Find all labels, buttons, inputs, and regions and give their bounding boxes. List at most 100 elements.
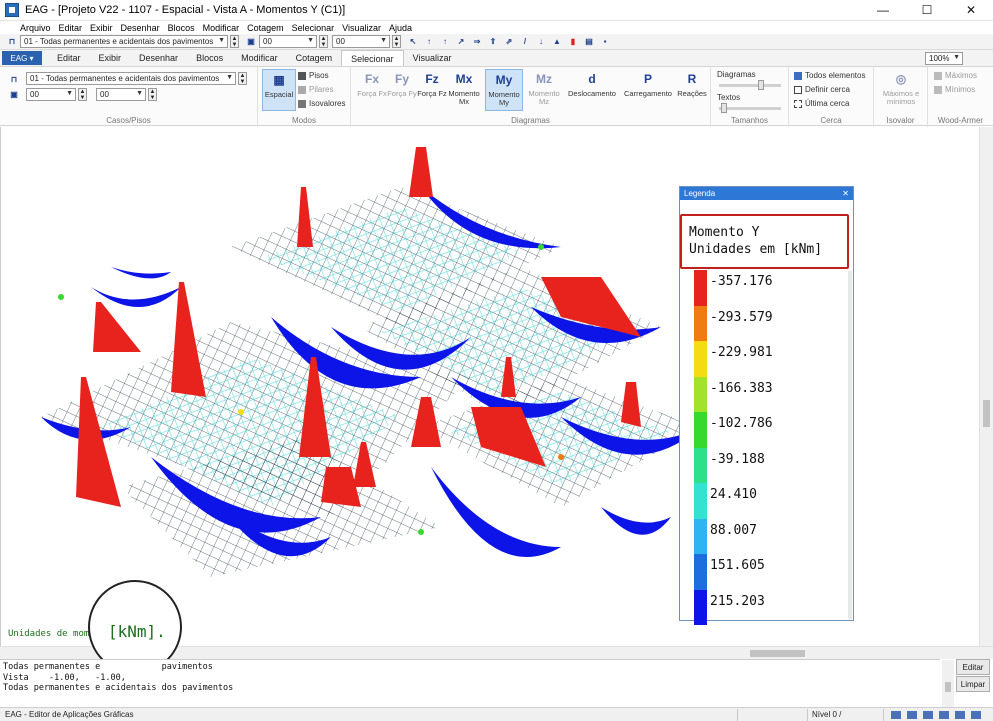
group-title-tamanhos: Tamanhos <box>731 116 768 125</box>
output-scroll-thumb[interactable] <box>945 682 951 692</box>
textos-size-slider[interactable] <box>719 107 781 110</box>
maximize-button[interactable]: ☐ <box>905 0 949 21</box>
textos-slider-thumb[interactable] <box>721 103 727 113</box>
save-view-icon[interactable]: ▣ <box>245 36 257 48</box>
momento-mx-button[interactable]: Mx Momento Mx <box>447 69 481 111</box>
tab-cotagem[interactable]: Cotagem <box>287 50 342 66</box>
definir-cerca-button[interactable]: Definir cerca <box>794 85 850 94</box>
diagramas-slider-thumb[interactable] <box>758 80 764 90</box>
ortho-icon[interactable] <box>891 710 901 719</box>
ribbon-case-spinner[interactable]: ▲ ▼ <box>238 72 247 85</box>
legend-scrollbar[interactable] <box>848 271 852 619</box>
forca-fy-button[interactable]: Fy Força Fy <box>385 69 419 111</box>
carregamento-button[interactable]: P Carregamento <box>621 69 675 111</box>
zoom-select[interactable]: 100% ▼ <box>925 52 963 65</box>
output-pane[interactable]: Todas permanentes e pavimentos Vista -1.0… <box>0 659 940 707</box>
diagramas-size-slider[interactable] <box>719 84 781 87</box>
floor-a-select[interactable]: 00 ▼ <box>259 35 317 48</box>
displacement-icon[interactable]: / <box>519 36 531 48</box>
pointer-icon[interactable]: ↖ <box>407 36 419 48</box>
deslocamento-button[interactable]: d Deslocamento <box>565 69 619 111</box>
floor-b-spinner[interactable]: ▲ ▼ <box>392 35 401 48</box>
legend-value: -229.981 <box>710 345 773 360</box>
mx-icon[interactable]: ⇒ <box>471 36 483 48</box>
snap-icon[interactable] <box>907 710 917 719</box>
layer-icon[interactable] <box>955 710 965 719</box>
menu-blocos[interactable]: Blocos <box>164 23 199 33</box>
legend-swatch <box>694 589 707 625</box>
color-bar-icon[interactable]: ▮ <box>567 36 579 48</box>
momento-mz-button[interactable]: Mz Momento Mz <box>527 69 561 111</box>
reactions-icon[interactable]: ▲ <box>551 36 563 48</box>
file-menu-button[interactable]: EAG ▾ <box>2 51 42 65</box>
limpar-button[interactable]: Limpar <box>956 676 990 692</box>
menu-ajuda[interactable]: Ajuda <box>385 23 416 33</box>
espacial-icon: ▦ <box>273 73 285 87</box>
wood-maximos-button[interactable]: Máximos <box>934 71 977 80</box>
image-icon[interactable]: ▤ <box>583 36 595 48</box>
espacial-button[interactable]: ▦ Espacial <box>262 69 296 111</box>
grid-icon[interactable] <box>923 710 933 719</box>
vertical-scroll-thumb[interactable] <box>983 400 990 427</box>
fx-icon[interactable]: ↑ <box>423 36 435 48</box>
ribbon-floor-a-select[interactable]: 00 ▼ <box>26 88 76 101</box>
output-scrollbar[interactable] <box>942 660 954 707</box>
legend-title-box: Momento Y Unidades em [kNm] <box>680 214 849 269</box>
menu-modificar[interactable]: Modificar <box>199 23 244 33</box>
polar-icon[interactable] <box>939 710 949 719</box>
pilares-button[interactable]: Pilares <box>298 85 333 94</box>
tab-selecionar[interactable]: Selecionar <box>341 50 404 66</box>
floor-a-spinner[interactable]: ▲ ▼ <box>319 35 328 48</box>
wood-minimos-button[interactable]: Mínimos <box>934 85 975 94</box>
forca-fz-button[interactable]: Fz Força Fz <box>415 69 449 111</box>
isovalores-button[interactable]: Isovalores <box>298 99 345 108</box>
menu-editar[interactable]: Editar <box>55 23 87 33</box>
load-icon[interactable]: ↓ <box>535 36 547 48</box>
editar-button[interactable]: Editar <box>956 659 990 675</box>
tab-visualizar[interactable]: Visualizar <box>404 50 461 66</box>
ribbon-case-select[interactable]: 01 - Todas permanentes e acidentais dos … <box>26 72 236 85</box>
pisos-label: Pisos <box>309 71 329 80</box>
floor-b-select[interactable]: 00 ▼ <box>332 35 390 48</box>
tab-exibir[interactable]: Exibir <box>90 50 131 66</box>
drawing-canvas[interactable]: Legenda ✕ Momento Y Unidades em [kNm] -3… <box>0 127 979 646</box>
save-view-icon[interactable]: ▣ <box>8 88 20 100</box>
fz-icon[interactable]: ↗ <box>455 36 467 48</box>
reacoes-button[interactable]: R Reações <box>675 69 709 111</box>
ribbon-floor-b-select[interactable]: 00 ▼ <box>96 88 146 101</box>
todos-elementos-button[interactable]: Todos elementos <box>794 71 865 80</box>
menu-desenhar[interactable]: Desenhar <box>117 23 164 33</box>
ribbon-floor-b-spinner[interactable]: ▲ ▼ <box>148 88 157 101</box>
settings-icon[interactable] <box>971 710 981 719</box>
momento-my-button[interactable]: My Momento My <box>485 69 523 111</box>
legend-value: 88.007 <box>710 522 757 538</box>
my-icon[interactable]: ⇑ <box>487 36 499 48</box>
legend-window[interactable]: Legenda ✕ Momento Y Unidades em [kNm] -3… <box>679 186 854 625</box>
close-button[interactable]: ✕ <box>949 0 993 21</box>
vertical-scrollbar[interactable] <box>979 127 993 646</box>
save-icon[interactable]: ▪ <box>599 36 611 48</box>
case-spinner[interactable]: ▲ ▼ <box>230 35 239 48</box>
tab-modificar[interactable]: Modificar <box>232 50 287 66</box>
menu-visualizar[interactable]: Visualizar <box>338 23 385 33</box>
menu-arquivo[interactable]: Arquivo <box>0 23 55 33</box>
case-select[interactable]: 01 - Todas permanentes e acidentais dos … <box>20 35 228 48</box>
legend-close-icon[interactable]: ✕ <box>842 189 849 198</box>
tab-desenhar[interactable]: Desenhar <box>130 50 187 66</box>
status-icons <box>883 708 993 721</box>
menu-cotagem[interactable]: Cotagem <box>243 23 288 33</box>
menu-selecionar[interactable]: Selecionar <box>288 23 339 33</box>
nivel-indicator[interactable]: Nível 0 / <box>807 708 883 721</box>
ultima-cerca-button[interactable]: Última cerca <box>794 99 849 108</box>
pisos-button[interactable]: Pisos <box>298 71 329 80</box>
mz-icon[interactable]: ⇗ <box>503 36 515 48</box>
horizontal-scroll-thumb[interactable] <box>750 650 805 657</box>
fy-icon[interactable]: ↑ <box>439 36 451 48</box>
minimize-button[interactable]: — <box>861 0 905 21</box>
ribbon-floor-a-spinner[interactable]: ▲ ▼ <box>78 88 87 101</box>
tab-editar[interactable]: Editar <box>48 50 90 66</box>
maximos-minimos-button[interactable]: ◎ Máximos e mínimos <box>878 69 924 111</box>
tab-blocos[interactable]: Blocos <box>187 50 232 66</box>
menu-exibir[interactable]: Exibir <box>86 23 117 33</box>
forca-fx-button[interactable]: Fx Força Fx <box>355 69 389 111</box>
